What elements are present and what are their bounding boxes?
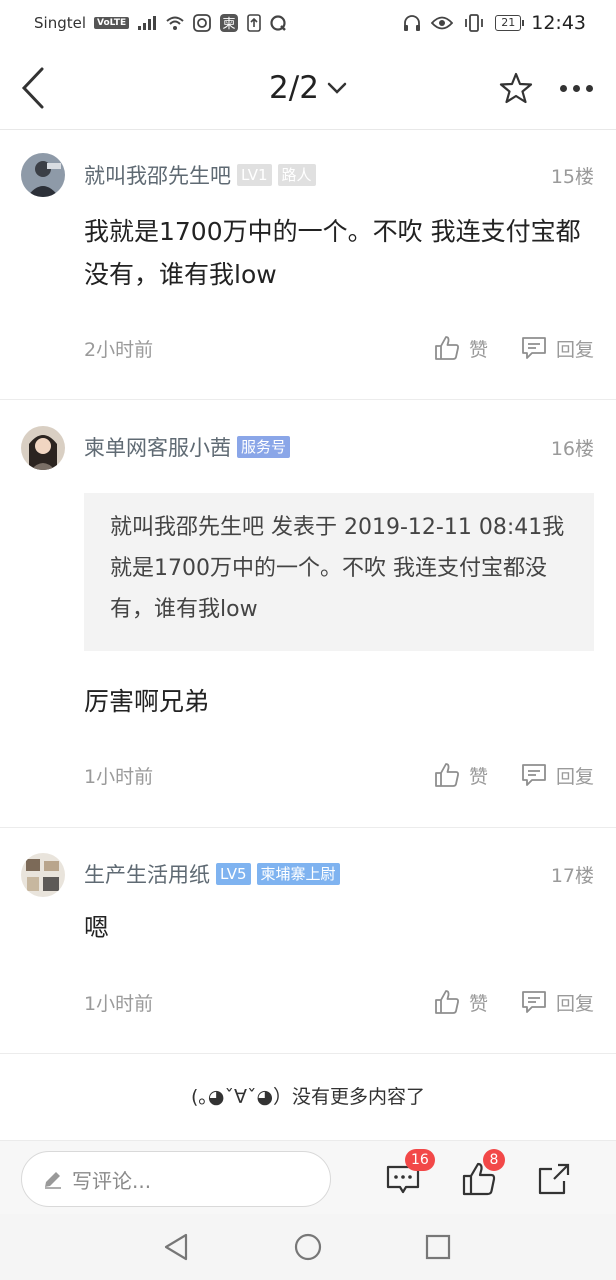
- floor-number: 15楼: [550, 165, 594, 188]
- upload-icon: [247, 14, 262, 32]
- svg-text:柬: 柬: [223, 17, 236, 32]
- vibrate-icon: [463, 14, 485, 32]
- chevron-left-icon: [21, 67, 44, 109]
- thumbs-up-icon: [435, 763, 459, 787]
- comment-time: 1小时前: [84, 765, 154, 788]
- comment-input-placeholder: 写评论...: [72, 1168, 152, 1193]
- clock: 12:43: [531, 12, 586, 34]
- avatar[interactable]: [21, 153, 65, 197]
- service-account-tag: 服务号: [237, 436, 291, 458]
- level-tag: LV5: [216, 863, 251, 885]
- comment-item: 生产生活用纸 LV5 柬埔寨上尉 17楼 嗯 1小时前 赞 回复: [0, 828, 616, 1054]
- status-bar: Singtel VoLTE 柬 21 12:43: [0, 0, 616, 46]
- floor-number: 17楼: [550, 864, 594, 887]
- thumbs-up-icon: [435, 990, 459, 1014]
- headphones-icon: [403, 14, 421, 32]
- more-options-button[interactable]: [554, 70, 598, 106]
- app-notification-icon: [193, 14, 212, 32]
- like-button[interactable]: 赞: [433, 761, 488, 789]
- avatar[interactable]: [21, 853, 65, 897]
- bottom-action-bar: 写评论... 16 8: [0, 1140, 616, 1214]
- rank-tag: 路人: [277, 164, 316, 186]
- like-button[interactable]: 赞: [433, 988, 488, 1016]
- rank-tag: 柬埔寨上尉: [256, 863, 340, 885]
- page-indicator-label[interactable]: 2/2: [269, 70, 319, 106]
- thumbs-up-icon: [435, 336, 459, 360]
- signal-icon: [137, 15, 157, 31]
- like-button[interactable]: 赞: [433, 334, 488, 362]
- reply-bubble-icon: [522, 764, 546, 786]
- q-app-icon: [269, 14, 287, 32]
- star-icon: [499, 72, 533, 104]
- avatar[interactable]: [21, 426, 65, 470]
- square-recents-icon: [425, 1234, 451, 1260]
- comment-time: 1小时前: [84, 992, 154, 1015]
- reply-label: 回复: [555, 765, 594, 788]
- no-more-content-note: (｡◕ˇ∀ˇ◕）没有更多内容了: [190, 1085, 426, 1108]
- like-label: 赞: [468, 992, 488, 1015]
- reply-bubble-icon: [522, 991, 546, 1013]
- level-tag: LV1: [237, 164, 272, 186]
- reply-label: 回复: [555, 992, 594, 1015]
- circle-home-icon: [294, 1233, 322, 1261]
- like-post-button[interactable]: 8: [459, 1149, 505, 1199]
- battery-indicator: 21: [495, 15, 525, 31]
- volte-badge: VoLTE: [94, 17, 130, 29]
- app-logo-icon: 柬: [219, 13, 239, 33]
- floor-number: 16楼: [550, 437, 594, 460]
- like-label: 赞: [468, 338, 488, 361]
- reply-button[interactable]: 回复: [520, 334, 594, 362]
- eye-icon: [431, 15, 454, 31]
- reply-button[interactable]: 回复: [520, 988, 594, 1016]
- like-count-badge: 8: [483, 1149, 505, 1171]
- more-dot-icon: [559, 84, 567, 92]
- share-icon: [538, 1163, 570, 1195]
- comment-text: 我就是1700万中的一个。不吹 我连支付宝都没有，谁有我low: [84, 217, 581, 289]
- favorite-button[interactable]: [498, 70, 534, 106]
- system-nav-bar: [0, 1214, 616, 1280]
- comment-text: 厉害啊兄弟: [84, 687, 210, 716]
- share-button[interactable]: [534, 1159, 574, 1199]
- username[interactable]: 柬单网客服小茜: [84, 432, 231, 462]
- comment-count-badge: 16: [405, 1149, 435, 1171]
- quoted-comment[interactable]: 就叫我邵先生吧 发表于 2019-12-11 08:41我就是1700万中的一个…: [84, 493, 594, 651]
- carrier-name: Singtel: [34, 14, 86, 32]
- more-dot-icon: [572, 84, 580, 92]
- comment-time: 2小时前: [84, 338, 154, 361]
- comment-input[interactable]: 写评论...: [21, 1151, 331, 1207]
- comment-text: 嗯: [84, 913, 110, 942]
- comment-item: 就叫我邵先生吧 LV1 路人 15楼 我就是1700万中的一个。不吹 我连支付宝…: [0, 131, 616, 400]
- nav-recents-button[interactable]: [422, 1231, 454, 1263]
- reply-button[interactable]: 回复: [520, 761, 594, 789]
- like-label: 赞: [468, 765, 488, 788]
- chevron-down-icon[interactable]: [327, 81, 347, 95]
- reply-bubble-icon: [522, 337, 546, 359]
- reply-label: 回复: [555, 338, 594, 361]
- more-dot-icon: [585, 84, 593, 92]
- top-header: 2/2: [0, 46, 616, 130]
- wifi-icon: [165, 15, 185, 31]
- username[interactable]: 生产生活用纸: [84, 859, 210, 889]
- triangle-back-icon: [164, 1233, 188, 1261]
- pencil-icon: [45, 1172, 61, 1189]
- username[interactable]: 就叫我邵先生吧: [84, 160, 231, 190]
- nav-home-button[interactable]: [292, 1231, 324, 1263]
- back-button[interactable]: [18, 66, 48, 110]
- comments-button[interactable]: 16: [383, 1149, 435, 1199]
- comment-item: 柬单网客服小茜 服务号 16楼 就叫我邵先生吧 发表于 2019-12-11 0…: [0, 400, 616, 828]
- nav-back-button[interactable]: [160, 1231, 192, 1263]
